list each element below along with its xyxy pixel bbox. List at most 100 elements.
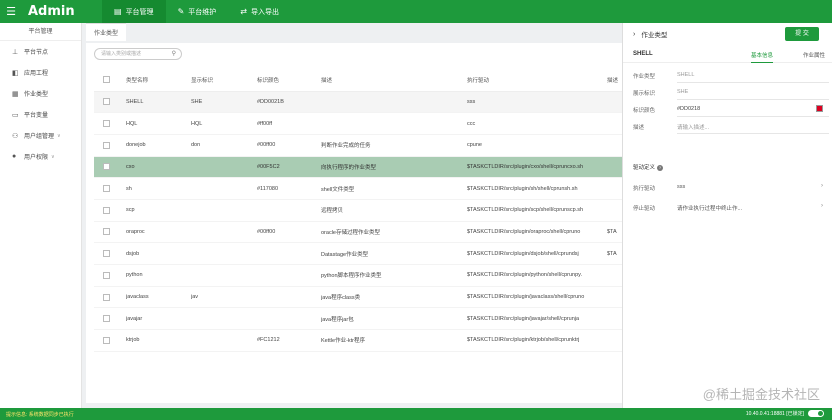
row-checkbox[interactable] <box>94 177 126 200</box>
sidebar-item-platform-variables[interactable]: ▭ 平台变量 <box>0 104 81 125</box>
cell-driver: $TASKCTLDIR/src/plugin/javajar/shell/cpr… <box>467 307 607 331</box>
job-type-input[interactable]: SHELL <box>677 69 829 83</box>
tab-job-properties[interactable]: 作业属性 <box>803 51 825 59</box>
table-row[interactable]: donejob don #00ff00 判断作业完成的任务 cpune <box>94 134 622 157</box>
cell-display-id <box>191 264 257 287</box>
cell-type-name: python <box>126 264 191 287</box>
row-checkbox[interactable] <box>94 264 126 287</box>
cell-id-color: #117080 <box>257 177 321 200</box>
cell-id-color: #ff00ff <box>257 112 321 135</box>
sidebar-item-user-groups[interactable]: ⚇ 用户组管理 ∨ <box>0 125 81 146</box>
cell-display-id: SHE <box>191 91 257 114</box>
row-checkbox[interactable] <box>94 112 126 135</box>
cell-description: 向执行程序的作业类型 <box>321 156 467 179</box>
table-row[interactable]: cxo #00F5C2 向执行程序的作业类型 $TASKCTLDIR/src/plug… <box>94 156 622 179</box>
column-header[interactable]: 显示标识 <box>191 69 257 92</box>
hamburger-menu-icon[interactable]: ☰ <box>0 5 22 18</box>
cell-extra <box>607 91 622 114</box>
cell-description <box>321 112 467 135</box>
table-row[interactable]: ktrjob #FC1212 Kettle作业-ktr程序 $TASKCTLDIR/s… <box>94 329 622 352</box>
id-color-input[interactable]: #DD0218 <box>677 103 829 117</box>
content-card: 请输入类别或描述 ⚲ 类型名称 显示标识 标识颜色 描述 执行驱动 描述 SHE… <box>86 43 622 403</box>
display-id-input[interactable]: SHE <box>677 86 829 100</box>
cell-id-color: #00ff00 <box>257 221 321 244</box>
nav-item-import-export[interactable]: ⇄ 导入导出 <box>228 0 291 23</box>
app-brand: Admin <box>28 4 75 19</box>
chevron-right-icon[interactable]: › <box>633 31 635 38</box>
submit-button[interactable]: 提 交 <box>785 27 819 41</box>
cell-display-id <box>191 177 257 200</box>
table-row[interactable]: oraproc #00ff00 oracle存储过程作业类型 $TASKCTLDIR/… <box>94 221 622 244</box>
cell-driver: $TASKCTLDIR/src/plugin/sh/shell/cprunsh.… <box>467 177 607 200</box>
cell-id-color <box>257 242 321 265</box>
column-header[interactable]: 描述 <box>321 69 467 92</box>
variable-icon: ▭ <box>12 111 19 119</box>
driver-row-exec[interactable]: 执行驱动 sss › <box>633 181 825 195</box>
row-checkbox[interactable] <box>94 242 126 265</box>
field-display-id: 展示标识 SHE <box>633 86 829 100</box>
table-row[interactable]: python python脚本程序作业类型 $TASKCTLDIR/src/plug… <box>94 264 622 287</box>
column-header[interactable]: 标识颜色 <box>257 69 321 92</box>
cell-description: 远程拷贝 <box>321 199 467 222</box>
row-checkbox[interactable] <box>94 199 126 222</box>
cell-display-id <box>191 199 257 222</box>
help-icon[interactable]: ? <box>657 165 664 171</box>
table-row[interactable]: HQL HQL #ff00ff ccc <box>94 112 622 135</box>
row-checkbox[interactable] <box>94 286 126 309</box>
cell-type-name: HQL <box>126 112 191 135</box>
row-checkbox[interactable] <box>94 221 126 244</box>
row-checkbox[interactable] <box>94 156 126 179</box>
driver-row-stop[interactable]: 停止驱动 请作业执行过程中终止作... › <box>633 201 825 215</box>
cell-type-name: scp <box>126 199 191 222</box>
cell-driver: $TASKCTLDIR/src/plugin/oraproc/shell/cpr… <box>467 221 607 244</box>
cell-description: shell文件类型 <box>321 177 467 200</box>
cell-type-name: ktrjob <box>126 329 191 352</box>
sidebar-item-projects[interactable]: ◧ 应用工程 <box>0 62 81 83</box>
row-checkbox[interactable] <box>94 329 126 352</box>
cell-id-color <box>257 199 321 222</box>
search-input[interactable]: 请输入类别或描述 ⚲ <box>94 48 182 60</box>
table-row[interactable]: scp 远程拷贝 $TASKCTLDIR/src/plugin/scp/shell/… <box>94 199 622 222</box>
main-area: 作业类型 请输入类别或描述 ⚲ 类型名称 显示标识 标识颜色 描述 执行驱动 描… <box>86 23 622 408</box>
cell-driver: $TASKCTLDIR/src/plugin/dsjob/shell/cprun… <box>467 242 607 265</box>
cell-extra <box>607 112 622 135</box>
sitemap-icon: ⊥ <box>12 48 19 56</box>
nav-item-platform-maintenance[interactable]: ✎ 平台维护 <box>166 0 229 23</box>
table-row[interactable]: javajar java程序jar包 $TASKCTLDIR/src/plugin/… <box>94 307 622 331</box>
group-icon: ⚇ <box>12 132 19 140</box>
status-message: 提示信息: 系统数据同步已执行 <box>6 412 74 418</box>
row-checkbox[interactable] <box>94 307 126 331</box>
tab-job-types[interactable]: 作业类型 <box>86 23 127 41</box>
table-row[interactable]: dsjob Datastage作业类型 $TASKCTLDIR/src/plugin… <box>94 242 622 265</box>
cell-driver: ccc <box>467 112 607 135</box>
sidebar-item-platform-nodes[interactable]: ⊥ 平台节点 <box>0 41 81 62</box>
wrench-icon: ✎ <box>177 7 185 16</box>
description-input[interactable]: 请输入描述... <box>677 120 829 134</box>
cell-id-color <box>257 264 321 287</box>
column-header[interactable]: 类型名称 <box>126 69 191 92</box>
cell-description: java程序jar包 <box>321 307 467 331</box>
table-row[interactable]: javaclass jav java程序class类 $TASKCTLDIR/src/… <box>94 286 622 309</box>
sidebar-item-job-types[interactable]: ▦ 作业类型 <box>0 83 81 104</box>
cell-type-name: donejob <box>126 134 191 157</box>
row-checkbox[interactable] <box>94 134 126 157</box>
cell-id-color: #DD0021B <box>257 91 321 114</box>
sidebar: 平台管理 ⊥ 平台节点 ◧ 应用工程 ▦ 作业类型 ▭ 平台变量 ⚇ 用户组管理 ∨ ● 用户… <box>0 23 82 408</box>
lock-toggle[interactable] <box>808 410 824 417</box>
table-row[interactable]: SHELL SHE #DD0021B sss <box>94 91 622 114</box>
server-address: 10.40.0.41:18881 [已锁定] <box>745 411 804 417</box>
project-icon: ◧ <box>12 69 19 77</box>
column-header[interactable]: 执行驱动 <box>467 69 607 92</box>
field-job-type: 作业类型 SHELL <box>633 69 829 83</box>
table-row[interactable]: sh #117080 shell文件类型 $TASKCTLDIR/src/plugin… <box>94 177 622 200</box>
color-swatch[interactable] <box>816 105 823 112</box>
tab-basic-info[interactable]: 基本信息 <box>751 51 774 63</box>
row-checkbox[interactable] <box>94 91 126 114</box>
cell-display-id: jav <box>191 286 257 309</box>
column-header[interactable]: 描述 <box>607 69 622 92</box>
sidebar-item-user-permissions[interactable]: ● 用户权限 ∨ <box>0 146 81 167</box>
select-all-checkbox[interactable] <box>94 69 126 92</box>
search-icon[interactable]: ⚲ <box>172 49 176 59</box>
nav-item-platform-management[interactable]: ▤ 平台管理 <box>102 0 166 23</box>
cell-driver: $TASKCTLDIR/src/plugin/javaclass/shell/c… <box>467 286 607 309</box>
